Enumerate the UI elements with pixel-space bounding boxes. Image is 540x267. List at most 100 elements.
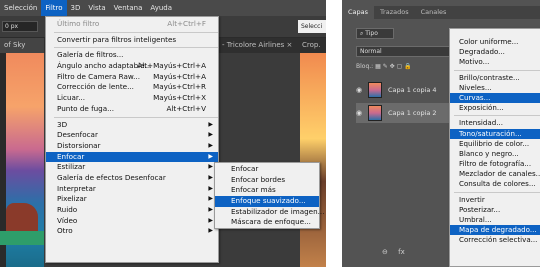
menu-item-label: Tono/saturación...: [459, 128, 522, 138]
panel-tabs: Capas Trazados Canales: [342, 6, 540, 19]
menu-item-otro[interactable]: Otro ▶: [46, 226, 218, 237]
menu-item-label: Blanco y negro...: [459, 148, 519, 158]
layer-row[interactable]: ◉ Capa 1 copia 4: [356, 80, 456, 100]
visibility-eye-icon[interactable]: ◉: [356, 86, 366, 94]
visibility-eye-icon[interactable]: ◉: [356, 109, 366, 117]
menu-item-equilibrio-de-color[interactable]: Equilibrio de color...: [450, 139, 540, 149]
menu-item-distorsionar[interactable]: Distorsionar ▶: [46, 141, 218, 152]
menu-item-enfocar-mas[interactable]: Enfocar más: [215, 185, 319, 196]
menu-item-angulo-ancho-adaptable[interactable]: Ángulo ancho adaptable... Alt+Mayús+Ctrl+…: [46, 61, 218, 72]
menu-item-brillo-contraste[interactable]: Brillo/contraste...: [450, 73, 540, 83]
menu-ayuda[interactable]: Ayuda: [146, 4, 176, 12]
menu-item-estabilizador-de-imagen[interactable]: Estabilizador de imagen...: [215, 207, 325, 218]
menu-3d[interactable]: 3D: [67, 4, 85, 12]
menu-item-estilizar[interactable]: Estilizar ▶: [46, 162, 218, 173]
layer-name: Capa 1 copia 4: [388, 86, 437, 94]
menu-item-convertir-para-filtros-inteligentes[interactable]: Convertir para filtros inteligentes: [46, 35, 218, 46]
menu-item-enfocar[interactable]: Enfocar ▶: [46, 151, 218, 163]
menu-item-3d[interactable]: 3D ▶: [46, 120, 218, 131]
submenu-arrow-icon: ▶: [208, 152, 213, 160]
menu-separator: [54, 116, 218, 118]
tab-trazados[interactable]: Trazados: [374, 6, 415, 19]
tab-canales[interactable]: Canales: [415, 6, 453, 19]
menu-item-label: Interpretar: [57, 183, 96, 193]
menu-item-label: Exposición...: [459, 103, 504, 113]
menu-item-licuar[interactable]: Licuar... Mayús+Ctrl+X: [46, 93, 218, 104]
menu-item-mapa-de-degradado[interactable]: Mapa de degradado...: [450, 225, 540, 236]
menu-filtro[interactable]: Filtro: [41, 0, 67, 16]
filtro-menu: Último filtro Alt+Ctrl+F Convertir para fi…: [45, 16, 219, 263]
menu-item-galeria-de-efectos-desenfocar[interactable]: Galería de efectos Desenfocar ▶: [46, 173, 218, 184]
menu-item-correccion-selectiva[interactable]: Corrección selectiva...: [450, 235, 540, 245]
document-tab-crop[interactable]: Crop.: [302, 38, 321, 53]
menu-item-enfoque-suavizado[interactable]: Enfoque suavizado...: [215, 196, 319, 207]
enfocar-submenu: Enfocar Enfocar bordes Enfocar más Enfoque …: [214, 162, 325, 230]
fx-icon[interactable]: fx: [398, 248, 405, 256]
shortcut-label: Alt+Ctrl+V: [166, 103, 206, 113]
menu-item-enfocar-bordes[interactable]: Enfocar bordes: [215, 175, 319, 186]
document-tab-tricolore[interactable]: - Tricolore Airlines ×: [222, 38, 292, 53]
submenu-arrow-icon: ▶: [208, 120, 213, 128]
layers-panel-window: Capas Trazados Canales ⌕ Tipo Normal Blo…: [342, 0, 540, 267]
menu-item-label: Curvas...: [459, 92, 491, 102]
menu-vista[interactable]: Vista: [84, 4, 109, 12]
menu-item-label: Equilibrio de color...: [459, 138, 530, 148]
submenu-arrow-icon: ▶: [208, 131, 213, 139]
menu-item-exposicion[interactable]: Exposición...: [450, 103, 540, 113]
menu-item-label: Posterizar...: [459, 204, 501, 214]
menu-item-degradado[interactable]: Degradado...: [450, 47, 540, 57]
menu-seleccion[interactable]: Selección: [0, 4, 41, 12]
menu-item-mascara-de-enfoque[interactable]: Máscara de enfoque...: [215, 217, 319, 228]
menu-item-label: Invertir: [459, 194, 485, 204]
menu-item-label: Filtro de Camera Raw...: [57, 71, 140, 81]
shortcut-label: Mayús+Ctrl+A: [153, 71, 206, 81]
blend-mode-select[interactable]: Normal: [356, 46, 451, 57]
menu-item-color-uniforme[interactable]: Color uniforme...: [450, 37, 540, 47]
menu-item-intensidad[interactable]: Intensidad...: [450, 118, 540, 128]
menu-item-filtro-de-fotografia[interactable]: Filtro de fotografía...: [450, 159, 540, 169]
menu-item-label: Corrección de lente...: [57, 82, 134, 92]
menu-item-ultimo-filtro[interactable]: Último filtro Alt+Ctrl+F: [46, 19, 218, 30]
lock-label: Bloq.:: [356, 63, 374, 70]
link-layers-icon[interactable]: ⊖: [382, 248, 388, 256]
menu-item-posterizar[interactable]: Posterizar...: [450, 205, 540, 215]
menu-item-label: Vídeo: [57, 215, 78, 225]
menu-item-blanco-y-negro[interactable]: Blanco y negro...: [450, 149, 540, 159]
menu-item-correccion-de-lente[interactable]: Corrección de lente... Mayús+Ctrl+R: [46, 82, 218, 93]
menu-item-desenfocar[interactable]: Desenfocar ▶: [46, 130, 218, 141]
canvas-image[interactable]: [0, 53, 44, 267]
menu-item-mezclador-de-canales[interactable]: Mezclador de canales...: [450, 169, 540, 179]
menu-item-filtro-de-camera-raw[interactable]: Filtro de Camera Raw... Mayús+Ctrl+A: [46, 72, 218, 83]
menu-item-niveles[interactable]: Niveles...: [450, 83, 540, 93]
tab-capas[interactable]: Capas: [342, 6, 375, 19]
menu-item-tono-saturacion[interactable]: Tono/saturación...: [450, 128, 540, 139]
menu-item-video[interactable]: Vídeo ▶: [46, 216, 218, 227]
menu-item-umbral[interactable]: Umbral...: [450, 215, 540, 225]
menu-item-enfocar[interactable]: Enfocar: [215, 164, 319, 175]
menu-item-galeria-de-filtros[interactable]: Galería de filtros...: [46, 50, 218, 61]
lock-row: Bloq.: ▦ ✎ ✥ ▢ 🔒: [356, 63, 412, 70]
layer-thumbnail: [368, 105, 382, 121]
menu-item-consulta-de-colores[interactable]: Consulta de colores...: [450, 179, 540, 189]
layer-row-selected[interactable]: ◉ Capa 1 copia 2: [356, 103, 456, 123]
menu-item-curvas[interactable]: Curvas...: [450, 92, 540, 104]
menu-ventana[interactable]: Ventana: [110, 4, 147, 12]
menu-item-invertir[interactable]: Invertir: [450, 195, 540, 205]
document-tab[interactable]: of Sky [RU]: [0, 38, 44, 64]
menu-item-ruido[interactable]: Ruido ▶: [46, 205, 218, 216]
menu-item-interpretar[interactable]: Interpretar ▶: [46, 184, 218, 195]
menu-item-label: Color uniforme...: [459, 37, 519, 46]
feather-field[interactable]: 0 px: [2, 21, 38, 32]
menu-item-motivo[interactable]: Motivo...: [450, 57, 540, 67]
menu-item-pixelizar[interactable]: Pixelizar ▶: [46, 194, 218, 205]
shortcut-label: Mayús+Ctrl+R: [153, 82, 206, 92]
select-subject-button[interactable]: Selecci: [298, 20, 326, 33]
menu-item-label: Filtro de fotografía...: [459, 159, 532, 169]
menu-item-label: Punto de fuga...: [57, 103, 114, 113]
layer-filter-select[interactable]: ⌕ Tipo: [356, 28, 394, 39]
menu-item-label: Intensidad...: [459, 118, 504, 128]
menu-item-label: Consulta de colores...: [459, 179, 536, 189]
menu-item-punto-de-fuga[interactable]: Punto de fuga... Alt+Ctrl+V: [46, 104, 218, 115]
lock-icons[interactable]: ▦ ✎ ✥ ▢ 🔒: [375, 63, 412, 70]
submenu-arrow-icon: ▶: [208, 141, 213, 149]
